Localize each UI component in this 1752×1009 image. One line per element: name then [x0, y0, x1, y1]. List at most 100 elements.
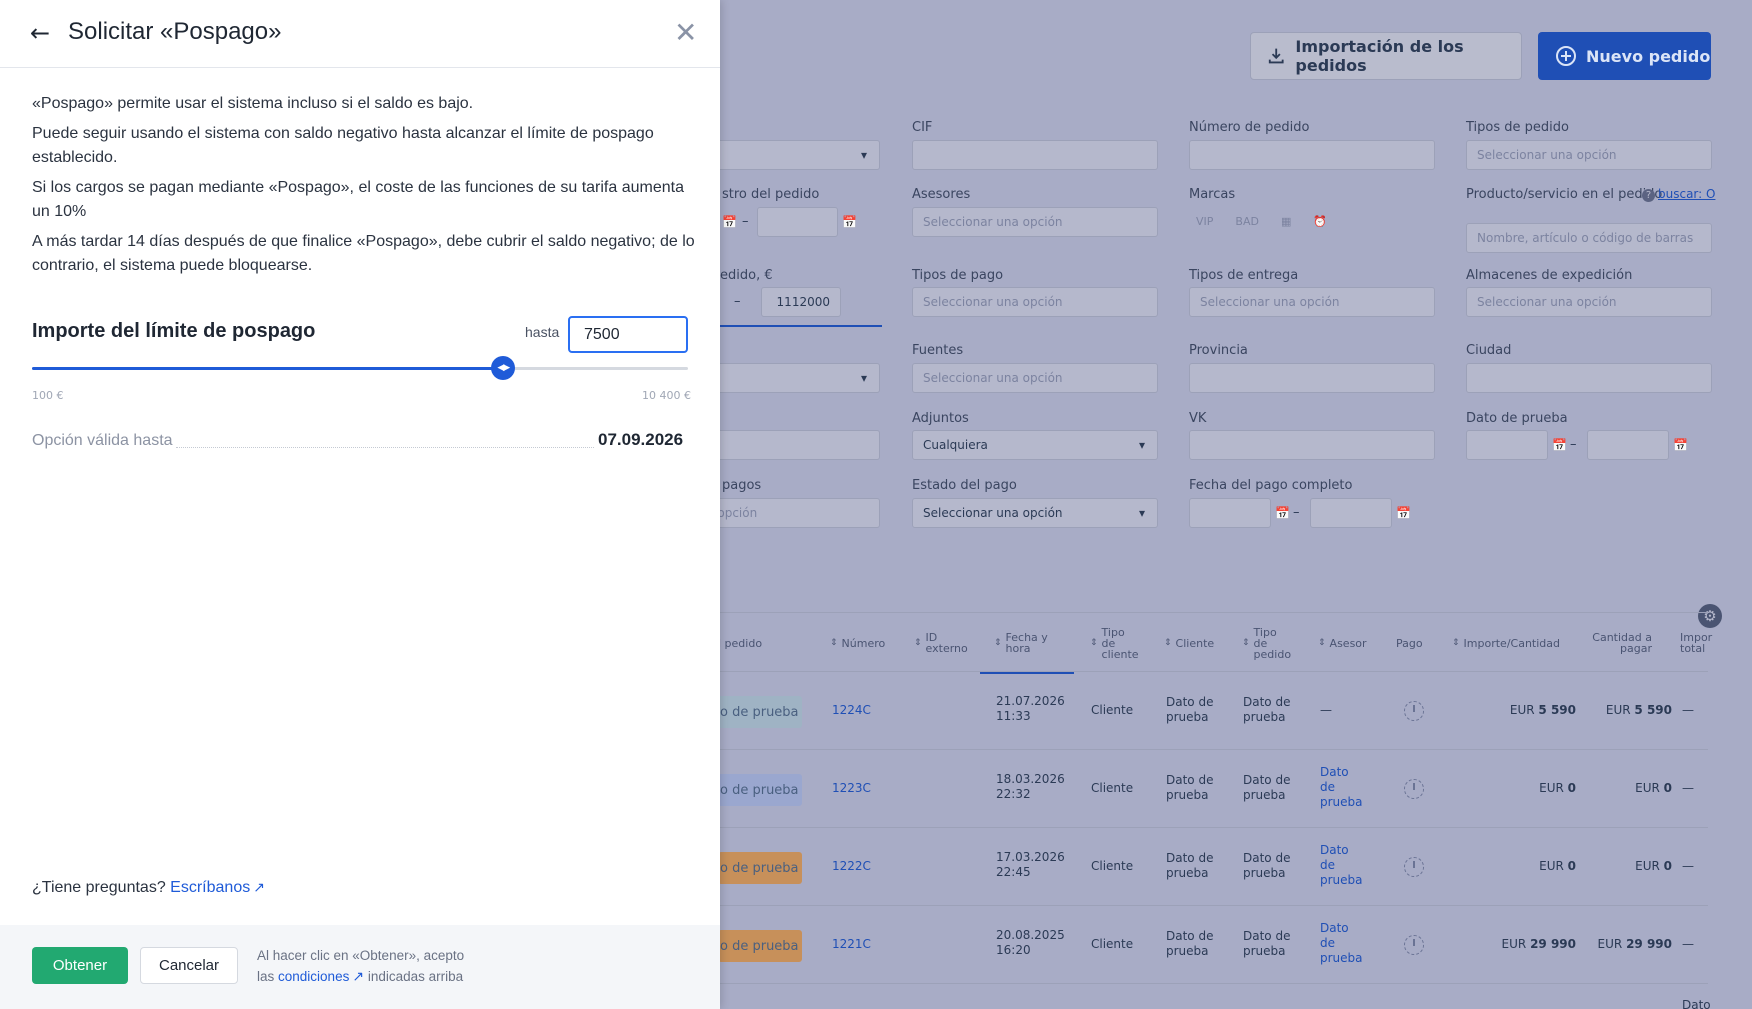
- calendar-mark-icon[interactable]: ▦: [1281, 215, 1291, 228]
- advisor-link[interactable]: Dato de prueba: [1320, 921, 1364, 966]
- client: Dato de prueba: [1166, 695, 1214, 724]
- col-header-number[interactable]: ⇕ Número: [830, 613, 885, 673]
- order-date: 18.03.2026: [996, 772, 1065, 786]
- product-search-help[interactable]: ? buscar: O: [1642, 187, 1715, 202]
- filter-label-city: Ciudad: [1466, 343, 1512, 358]
- attachments-select[interactable]: Cualquiera: [912, 430, 1158, 460]
- advisor: —: [1320, 703, 1332, 717]
- filter-label-order-types: Tipos de pedido: [1466, 120, 1569, 135]
- full-payment-date-to[interactable]: [1310, 498, 1392, 528]
- payment-clock-icon: [1404, 935, 1424, 955]
- hasta-label: hasta: [525, 324, 560, 340]
- col-header-client[interactable]: ⇕ Cliente: [1164, 613, 1214, 673]
- order-number-input[interactable]: [1189, 140, 1435, 170]
- registro-date-to[interactable]: [757, 207, 838, 237]
- calendar-icon[interactable]: 📅: [842, 215, 857, 229]
- new-order-button[interactable]: Nuevo pedido: [1538, 32, 1711, 80]
- full-payment-date-from[interactable]: [1189, 498, 1271, 528]
- client: Dato de prueba: [1166, 773, 1214, 802]
- terms-line-1: Al hacer clic en «Obtener», acepto: [257, 948, 465, 963]
- asesores-select[interactable]: Seleccionar una opción: [912, 207, 1158, 237]
- cif-input[interactable]: [912, 140, 1158, 170]
- calendar-icon[interactable]: 📅: [1396, 506, 1411, 520]
- panel-title: Solicitar «Pospago»: [68, 18, 282, 45]
- col-header-order-type[interactable]: ⇕ Tipo de pedido: [1242, 613, 1292, 673]
- city-input[interactable]: [1466, 363, 1712, 393]
- order-types-select[interactable]: Seleccionar una opción: [1466, 140, 1712, 170]
- slider-thumb-handle[interactable]: ◀▶: [491, 356, 516, 380]
- col-header-date-time[interactable]: ⇕ Fecha y hora: [994, 613, 1054, 673]
- payment-types-select[interactable]: Seleccionar una opción: [912, 287, 1158, 317]
- sources-select[interactable]: Seleccionar una opción: [912, 363, 1158, 393]
- order-type: Dato de prueba: [1243, 695, 1291, 724]
- filter-label-pedido-eur: edido, €: [720, 268, 773, 283]
- order-number-link[interactable]: 1223C: [832, 781, 871, 796]
- valid-until-date: 07.09.2026: [598, 430, 684, 449]
- warehouses-select[interactable]: Seleccionar una opción: [1466, 287, 1712, 317]
- calendar-icon[interactable]: 📅: [1552, 438, 1567, 452]
- col-header-total[interactable]: Impor total: [1680, 613, 1712, 673]
- terms-line-2: las condiciones ↗ indicadas arriba: [257, 968, 464, 984]
- order-number-link[interactable]: 1222C: [832, 859, 871, 874]
- amount: EUR 5 590: [1509, 703, 1576, 717]
- write-us-link[interactable]: Escríbanos ↗: [170, 879, 265, 896]
- order-time: 16:20: [996, 943, 1031, 957]
- order-number-link[interactable]: 1224C: [832, 703, 871, 718]
- product-help-text: buscar: O: [1658, 187, 1716, 201]
- client-type: Cliente: [1091, 781, 1134, 795]
- calendar-icon[interactable]: 📅: [722, 215, 737, 229]
- partial-row-cell: Dato: [1682, 998, 1711, 1009]
- get-button[interactable]: Obtener: [32, 947, 128, 984]
- table-row[interactable]: o de prueba 1222C 17.03.2026 22:45 Clien…: [718, 828, 1708, 906]
- province-input[interactable]: [1189, 363, 1435, 393]
- col-header-amount[interactable]: ⇕ Importe/Cantidad: [1452, 613, 1560, 673]
- alarm-mark-icon[interactable]: ⏰: [1313, 215, 1327, 228]
- marca-vip[interactable]: VIP: [1196, 215, 1213, 228]
- order-type: Dato de prueba: [1243, 851, 1291, 880]
- test-data-from[interactable]: [1466, 430, 1548, 460]
- product-input[interactable]: Nombre, artículo o código de barras: [1466, 223, 1712, 253]
- test-data-to[interactable]: [1587, 430, 1669, 460]
- advisor-link[interactable]: Dato de prueba: [1320, 843, 1364, 888]
- limit-amount-input[interactable]: [568, 316, 688, 353]
- advisor-link[interactable]: Dato de prueba: [1320, 765, 1364, 810]
- delivery-types-select[interactable]: Seleccionar una opción: [1189, 287, 1435, 317]
- pedido-eur-to[interactable]: 1112000: [761, 287, 841, 317]
- vk-input[interactable]: [1189, 430, 1435, 460]
- arrow-left-icon[interactable]: ←: [30, 20, 58, 46]
- description-paragraph: Puede seguir usando el sistema con saldo…: [32, 125, 654, 166]
- col-header-pedido[interactable]: l pedido: [718, 613, 762, 673]
- import-orders-button[interactable]: Importación de los pedidos: [1250, 32, 1522, 80]
- col-header-to-pay[interactable]: Cantidad a pagar: [1592, 613, 1652, 673]
- table-row[interactable]: o de prueba 1221C 20.08.2025 16:20 Clien…: [718, 906, 1708, 984]
- payment-clock-icon: [1404, 857, 1424, 877]
- external-link-icon: ↗: [352, 968, 365, 984]
- to-pay: EUR 0: [1635, 859, 1672, 873]
- amount: EUR 0: [1539, 781, 1576, 795]
- col-header-external-id[interactable]: ⇕ ID externo: [914, 613, 974, 673]
- col-header-client-type[interactable]: ⇕ Tipo de cliente: [1090, 613, 1140, 673]
- col-header-advisor[interactable]: ⇕ Asesor: [1318, 613, 1367, 673]
- terms-text: Al hacer clic en «Obtener», acepto las c…: [257, 946, 464, 987]
- marca-bad[interactable]: BAD: [1235, 215, 1259, 228]
- conditions-link[interactable]: condiciones ↗: [278, 968, 365, 984]
- close-icon[interactable]: ✕: [674, 18, 697, 48]
- table-row[interactable]: o de prueba 1224C 21.07.2026 11:33 Clien…: [718, 672, 1708, 750]
- range-dash: –: [742, 214, 749, 229]
- filter-label-payment-status: Estado del pago: [912, 478, 1017, 493]
- client: Dato de prueba: [1166, 929, 1214, 958]
- limit-slider[interactable]: ◀▶: [32, 356, 688, 380]
- table-row[interactable]: o de prueba 1223C 18.03.2026 22:32 Clien…: [718, 750, 1708, 828]
- cancel-button[interactable]: Cancelar: [140, 947, 238, 984]
- order-type: Dato de prueba: [1243, 929, 1291, 958]
- calendar-icon[interactable]: 📅: [1275, 506, 1290, 520]
- calendar-icon[interactable]: 📅: [1673, 438, 1688, 452]
- filter-label-province: Provincia: [1189, 343, 1248, 358]
- status-tag: o de prueba: [718, 696, 802, 728]
- new-order-label: Nuevo pedido: [1586, 46, 1711, 66]
- status-tag: o de prueba: [718, 774, 802, 806]
- order-number-link[interactable]: 1221C: [832, 937, 871, 952]
- col-header-payment[interactable]: Pago: [1396, 613, 1423, 673]
- client: Dato de prueba: [1166, 851, 1214, 880]
- payment-status-select[interactable]: Seleccionar una opción: [912, 498, 1158, 528]
